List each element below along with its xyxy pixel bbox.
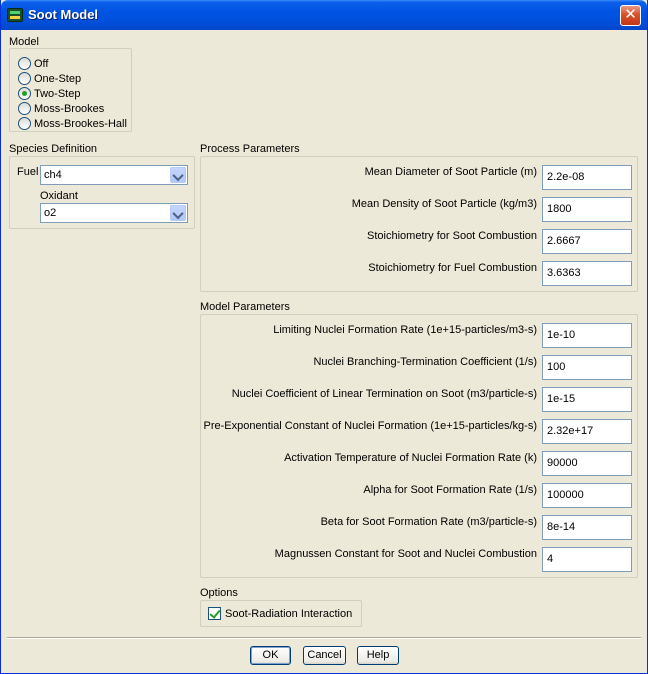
beta-soot-input[interactable]: 8e-14 (542, 515, 632, 540)
species-group: Fuel ch4 Oxidant o2 (9, 156, 195, 229)
window-title: Soot Model (28, 7, 99, 22)
param-label: Nuclei Coefficient of Linear Termination… (231, 388, 537, 400)
model-group-label: Model (9, 36, 39, 48)
fuel-label: Fuel (17, 166, 39, 178)
param-label: Beta for Soot Formation Rate (m3/particl… (320, 516, 537, 528)
help-button[interactable]: Help (357, 646, 399, 665)
title-bar[interactable]: Soot Model ✕ (1, 0, 647, 30)
param-label: Mean Diameter of Soot Particle (m) (364, 166, 537, 178)
magnussen-constant-input[interactable]: 4 (542, 547, 632, 572)
model-params-group-label: Model Parameters (200, 301, 290, 313)
param-label: Limiting Nuclei Formation Rate (1e+15-pa… (273, 324, 537, 336)
radio-moss-brookes-hall[interactable]: Moss-Brookes-Hall (18, 116, 127, 131)
radio-moss-brookes-hall-button[interactable] (18, 117, 31, 130)
fuel-select[interactable]: ch4 (40, 165, 188, 185)
species-group-label: Species Definition (9, 143, 98, 155)
param-label: Pre-Exponential Constant of Nuclei Forma… (203, 420, 537, 432)
radio-two-step[interactable]: Two-Step (18, 86, 80, 101)
oxidant-select-value: o2 (44, 207, 57, 219)
param-label: Mean Density of Soot Particle (kg/m3) (351, 198, 537, 210)
mean-density-input[interactable]: 1800 (542, 197, 632, 222)
activation-temperature-input[interactable]: 90000 (542, 451, 632, 476)
soot-model-dialog: Soot Model ✕ Model Off One-Step Two-Step… (0, 0, 648, 674)
process-group: Mean Diameter of Soot Particle (m) 2.2e-… (200, 156, 638, 292)
param-label: Magnussen Constant for Soot and Nuclei C… (274, 548, 537, 560)
stoich-fuel-input[interactable]: 3.6363 (542, 261, 632, 286)
cancel-button[interactable]: Cancel (303, 646, 346, 665)
radio-off-button[interactable] (18, 57, 31, 70)
radio-moss-brookes[interactable]: Moss-Brookes (18, 101, 104, 116)
nuclei-branching-input[interactable]: 100 (542, 355, 632, 380)
oxidant-select[interactable]: o2 (40, 203, 188, 223)
options-group-label: Options (200, 587, 238, 599)
chevron-down-icon[interactable] (170, 205, 186, 221)
radio-two-step-label: Two-Step (34, 87, 81, 100)
radio-moss-brookes-label: Moss-Brookes (34, 102, 105, 115)
soot-radiation-checkbox[interactable] (208, 607, 221, 620)
mean-diameter-input[interactable]: 2.2e-08 (542, 165, 632, 190)
oxidant-label: Oxidant (40, 190, 78, 202)
param-label: Alpha for Soot Formation Rate (1/s) (363, 484, 537, 496)
radio-one-step[interactable]: One-Step (18, 71, 81, 86)
param-label: Stoichiometry for Fuel Combustion (368, 262, 537, 274)
param-label: Stoichiometry for Soot Combustion (367, 230, 537, 242)
radio-moss-brookes-button[interactable] (18, 102, 31, 115)
limiting-nuclei-input[interactable]: 1e-10 (542, 323, 632, 348)
app-icon (7, 8, 23, 22)
radio-one-step-label: One-Step (34, 72, 82, 85)
model-params-group: Limiting Nuclei Formation Rate (1e+15-pa… (200, 314, 638, 578)
radio-one-step-button[interactable] (18, 72, 31, 85)
radio-moss-brookes-hall-label: Moss-Brookes-Hall (34, 117, 127, 130)
soot-radiation-label: Soot-Radiation Interaction (225, 608, 353, 620)
chevron-down-icon[interactable] (170, 167, 186, 183)
nuclei-linear-termination-input[interactable]: 1e-15 (542, 387, 632, 412)
param-label: Nuclei Branching-Termination Coefficient… (313, 356, 537, 368)
pre-exponential-input[interactable]: 2.32e+17 (542, 419, 632, 444)
radio-off-label: Off (34, 57, 49, 70)
radio-two-step-button[interactable] (18, 87, 31, 100)
separator (7, 637, 641, 639)
options-group: Soot-Radiation Interaction (200, 600, 362, 627)
stoich-soot-input[interactable]: 2.6667 (542, 229, 632, 254)
model-group: Off One-Step Two-Step Moss-Brookes Moss-… (9, 48, 132, 132)
radio-off[interactable]: Off (18, 56, 48, 71)
fuel-select-value: ch4 (44, 169, 62, 181)
process-group-label: Process Parameters (200, 143, 300, 155)
alpha-soot-input[interactable]: 100000 (542, 483, 632, 508)
close-button[interactable]: ✕ (620, 5, 641, 26)
param-label: Activation Temperature of Nuclei Formati… (284, 452, 537, 464)
close-icon: ✕ (624, 6, 637, 23)
ok-button[interactable]: OK (250, 646, 291, 665)
